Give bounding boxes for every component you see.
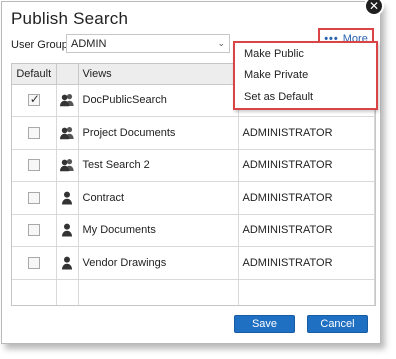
empty-cell [12,279,57,305]
person-icon [59,191,75,205]
chevron-down-icon: ⌄ [217,38,225,48]
group-icon [59,93,75,107]
table-row[interactable]: Contract ADMINISTRATOR [12,181,375,215]
default-cell [12,116,57,150]
view-type-cell [56,214,79,247]
more-menu: Make Public Make Private Set as Default [233,41,378,110]
view-name: Project Documents [78,116,239,150]
menu-item-set-as-default[interactable]: Set as Default [235,86,376,108]
user-group-select[interactable]: ADMIN ⌄ [66,34,230,53]
view-type-cell [56,84,79,117]
column-header-views[interactable]: Views [78,64,239,85]
view-name: Test Search 2 [78,149,239,182]
user-group-value: ADMIN [71,37,107,50]
default-checkbox[interactable] [27,191,40,204]
view-name: Contract [78,181,239,215]
empty-cell [56,279,79,305]
default-checkbox[interactable] [27,92,40,107]
view-owner: ADMINISTRATOR [238,149,375,182]
default-checkbox[interactable] [27,126,40,139]
default-cell [12,246,57,280]
default-cell [12,84,57,117]
view-type-cell [56,116,79,150]
table-row[interactable]: Test Search 2 ADMINISTRATOR [12,149,375,182]
view-type-cell [56,246,79,280]
view-owner: ADMINISTRATOR [238,214,375,247]
view-owner: ADMINISTRATOR [238,181,375,215]
grid-body: DocPublicSearchProject DocumentsADMINIST… [12,84,375,305]
default-checkbox[interactable] [27,256,40,269]
column-header-type [56,64,79,85]
view-type-cell [56,181,79,215]
save-button[interactable]: Save [234,315,295,333]
person-icon [59,223,75,237]
group-icon [59,126,75,140]
empty-cell [238,279,375,305]
table-row[interactable]: My Documents ADMINISTRATOR [12,214,375,247]
view-name: DocPublicSearch [78,84,239,117]
menu-item-make-private[interactable]: Make Private [235,65,376,87]
table-row[interactable]: Vendor Drawings ADMINISTRATOR [12,246,375,280]
group-icon [59,158,75,172]
cancel-button[interactable]: Cancel [307,315,368,333]
default-cell [12,149,57,182]
view-owner: ADMINISTRATOR [238,246,375,280]
default-cell [12,181,57,215]
user-group-label: User Group: [11,39,71,51]
person-icon [59,256,75,270]
table-row[interactable]: Project Documents ADMINISTRATOR [12,116,375,150]
dialog-title: Publish Search [11,9,129,28]
default-cell [12,214,57,247]
default-checkbox[interactable] [27,159,40,172]
default-checkbox[interactable] [27,224,40,237]
view-type-cell [56,149,79,182]
view-name: My Documents [78,214,239,247]
view-owner: ADMINISTRATOR [238,116,375,150]
empty-cell [78,279,239,305]
view-name: Vendor Drawings [78,246,239,280]
empty-row [12,279,375,305]
menu-item-make-public[interactable]: Make Public [235,43,376,65]
column-header-default[interactable]: Default [12,64,57,85]
